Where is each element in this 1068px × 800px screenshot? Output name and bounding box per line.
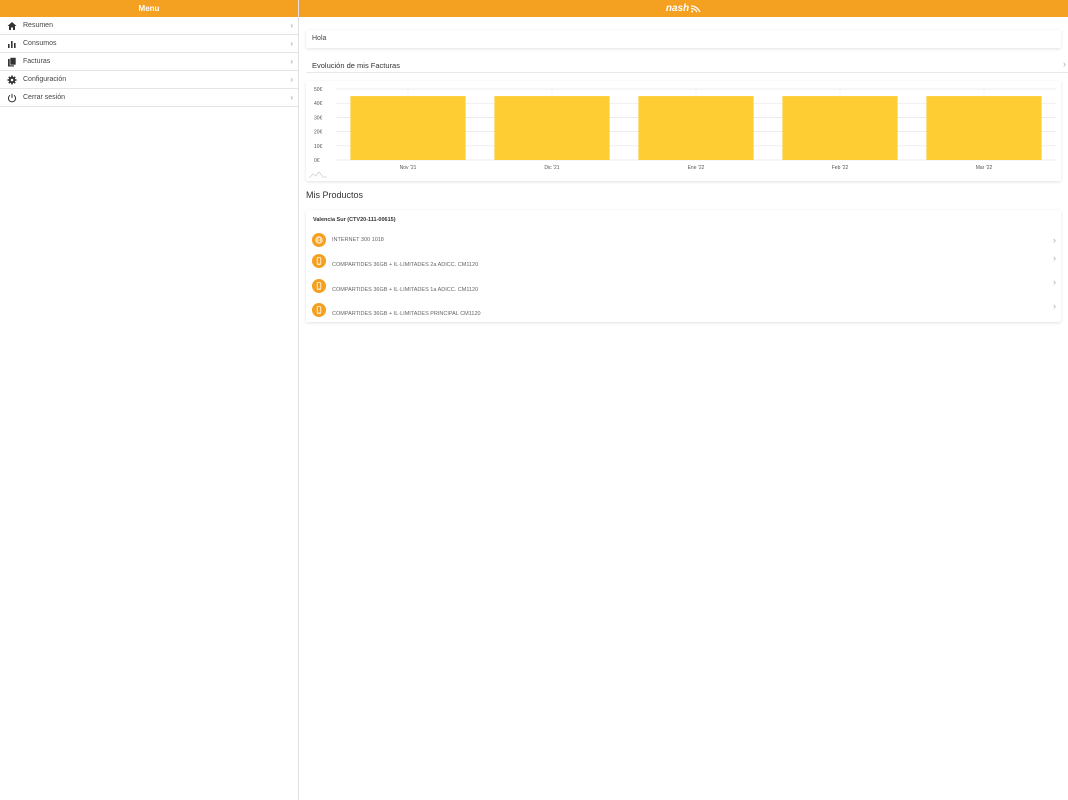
sidebar-item-label: Resumen — [23, 22, 53, 29]
x-tick-label: Feb '22 — [832, 165, 849, 171]
products-title: Mis Productos — [306, 190, 364, 200]
invoices-section-title: Evolución de mis Facturas — [312, 61, 400, 70]
mobile-icon — [312, 303, 326, 317]
sidebar-item-label: Cerrar sesión — [23, 94, 66, 101]
y-tick-label: 40€ — [314, 101, 323, 107]
bar — [638, 96, 754, 160]
bar — [926, 96, 1042, 160]
bar — [782, 96, 898, 160]
chevron-right-icon: › — [290, 57, 293, 66]
app-header: nash — [299, 0, 1068, 17]
chevron-right-icon: › — [290, 93, 293, 102]
product-item-mobile-1a[interactable]: COMPARTIDES 36GB + IL·LIMITADES 1a ADICC… — [306, 277, 1061, 301]
sidebar-item-consumos[interactable]: Consumos › — [0, 35, 298, 53]
globe-icon — [312, 233, 326, 247]
sidebar-item-configuracion[interactable]: Configuración › — [0, 71, 298, 89]
y-tick-label: 50€ — [314, 87, 323, 93]
products-card: Valencia Sur (CTV20-111-00615) INTERNET … — [306, 210, 1061, 322]
invoices-chart: 0€ 10€ 20€ 30€ 40€ 50€ Nov '21 Dic '21 Ene '22 Fe… — [306, 81, 1061, 181]
mobile-icon — [312, 279, 326, 293]
chevron-right-icon: › — [1053, 235, 1056, 245]
chevron-right-icon: › — [1053, 277, 1056, 287]
product-label: COMPARTIDES 36GB + IL·LIMITADES PRINCIPA… — [332, 311, 481, 317]
sidebar-item-facturas[interactable]: Facturas › — [0, 53, 298, 71]
y-tick-label: 20€ — [314, 130, 323, 136]
power-icon — [7, 93, 17, 103]
greeting-card: Hola — [306, 30, 1061, 48]
x-tick-label: Nov '21 — [400, 165, 417, 171]
y-tick-label: 30€ — [314, 115, 323, 121]
sidebar-item-resumen[interactable]: Resumen › — [0, 17, 298, 35]
x-tick-label: Dic '21 — [544, 165, 559, 171]
x-tick-label: Ene '22 — [688, 165, 705, 171]
wifi-logo-icon — [691, 5, 701, 13]
home-icon — [7, 21, 17, 31]
bar-chart-icon — [7, 39, 17, 49]
product-label: INTERNET 300 1018 — [332, 237, 384, 243]
invoices-bar-chart: 0€ 10€ 20€ 30€ 40€ 50€ Nov '21 Dic '21 Ene '22 Fe… — [308, 87, 1056, 179]
product-item-mobile-principal[interactable]: COMPARTIDES 36GB + IL·LIMITADES PRINCIPA… — [306, 301, 1061, 325]
product-item-mobile-2a[interactable]: COMPARTIDES 36GB + IL·LIMITADES 2a ADICC… — [306, 253, 1061, 276]
bar — [350, 96, 466, 160]
sparkline-icon — [308, 171, 327, 179]
gear-icon — [7, 75, 17, 85]
product-label: COMPARTIDES 36GB + IL·LIMITADES 2a ADICC… — [332, 262, 479, 268]
y-tick-label: 0€ — [314, 158, 320, 164]
bar — [494, 96, 610, 160]
chevron-right-icon: › — [290, 39, 293, 48]
greeting-text: Hola — [312, 35, 327, 42]
y-tick-label: 10€ — [314, 144, 323, 150]
sidebar-item-label: Configuración — [23, 76, 67, 83]
chevron-right-icon: › — [290, 75, 293, 84]
sidebar-item-label: Facturas — [23, 58, 51, 65]
logo-text: nash — [665, 3, 690, 14]
documents-icon — [7, 56, 17, 67]
x-tick-label: Mar '22 — [976, 165, 993, 171]
product-label: COMPARTIDES 36GB + IL·LIMITADES 1a ADICC… — [332, 287, 479, 293]
product-item-internet[interactable]: INTERNET 300 1018 › — [306, 233, 1061, 255]
store-name: Valencia Sur (CTV20-111-00615) — [313, 217, 396, 223]
sidebar-item-cerrar-sesion[interactable]: Cerrar sesión › — [0, 89, 298, 107]
chevron-right-icon: › — [1053, 253, 1056, 263]
chevron-right-icon: › — [1053, 301, 1056, 311]
mobile-icon — [312, 254, 326, 268]
sidebar-item-label: Consumos — [23, 40, 57, 47]
main-content: Hola Evolución de mis Facturas › 0€ 10€ 20… — [299, 17, 1068, 800]
invoices-evolution-row[interactable]: Evolución de mis Facturas › — [306, 56, 1068, 73]
chevron-right-icon: › — [1063, 59, 1066, 69]
sidebar: Menu Resumen › Consumos › Facturas › Con… — [0, 0, 299, 800]
chevron-right-icon: › — [290, 21, 293, 30]
sidebar-title: Menu — [0, 0, 298, 17]
logo: nash — [666, 3, 701, 14]
